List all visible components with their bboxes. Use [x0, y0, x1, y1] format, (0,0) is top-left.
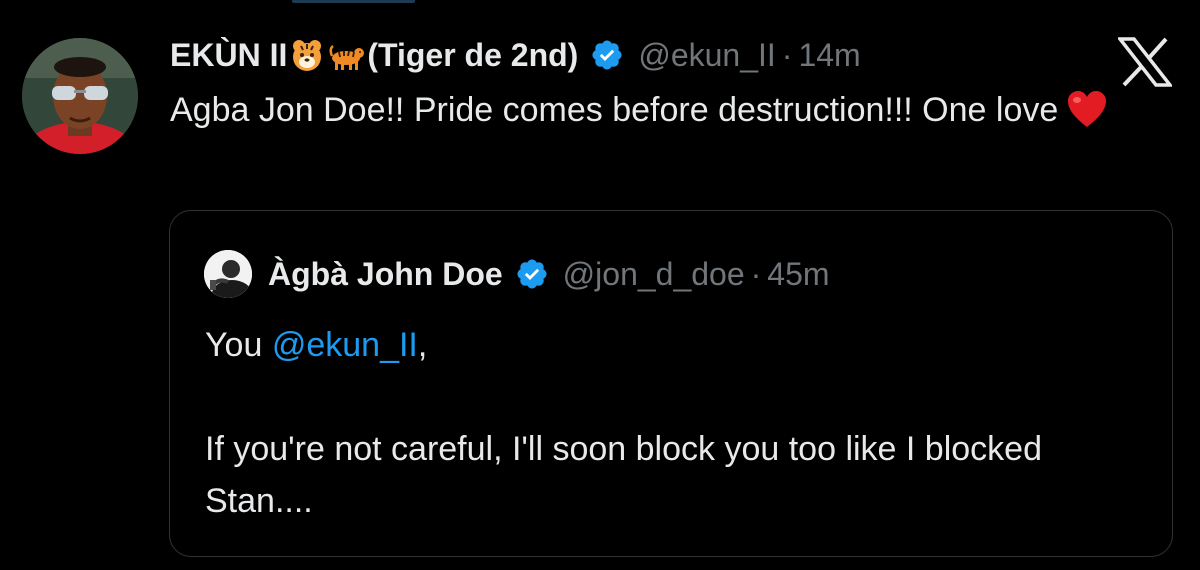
- handle[interactable]: @ekun_II: [638, 37, 775, 74]
- quoted-timestamp[interactable]: 45m: [767, 256, 829, 293]
- separator: ·: [781, 36, 793, 73]
- quoted-display-name[interactable]: Àgbà John Doe: [268, 256, 503, 293]
- x-logo-icon: [1116, 37, 1174, 87]
- quoted-tweet-card[interactable]: Àgbà John Doe @jon_d_doe · 45m You @ekun…: [169, 210, 1173, 557]
- display-name[interactable]: EKÙN II: [170, 37, 287, 74]
- timestamp[interactable]: 14m: [798, 37, 860, 74]
- quoted-line-1-prefix: You: [205, 326, 272, 364]
- avatar[interactable]: [22, 38, 138, 154]
- tweet-body: Agba Jon Doe!! Pride comes before destru…: [170, 91, 1059, 129]
- tiger-icon: [329, 37, 365, 73]
- quoted-separator: ·: [750, 255, 762, 292]
- quoted-tweet-text: You @ekun_II, If you're not careful, I'l…: [205, 319, 1135, 527]
- tiger-face-icon: [289, 37, 325, 73]
- red-heart-icon: [1066, 89, 1108, 129]
- selection-indicator: [292, 0, 415, 3]
- tweet-header: EKÙN II (Tiger de 2nd) @ekun_II · 14m: [170, 32, 861, 78]
- mention-link[interactable]: @ekun_II: [272, 326, 418, 364]
- display-name-suffix[interactable]: (Tiger de 2nd): [367, 37, 578, 74]
- quoted-line-1-suffix: ,: [417, 326, 428, 364]
- quoted-avatar[interactable]: [204, 250, 252, 298]
- quoted-handle[interactable]: @jon_d_doe: [563, 256, 745, 293]
- tweet-text: Agba Jon Doe!! Pride comes before destru…: [170, 86, 1170, 134]
- verified-badge-icon: [515, 257, 549, 291]
- verified-badge-icon: [590, 38, 624, 72]
- quoted-line-2: If you're not careful, I'll soon block y…: [205, 430, 1042, 520]
- quoted-line-1: You @ekun_II,: [205, 319, 1135, 371]
- quoted-tweet-header: Àgbà John Doe @jon_d_doe · 45m: [204, 250, 830, 298]
